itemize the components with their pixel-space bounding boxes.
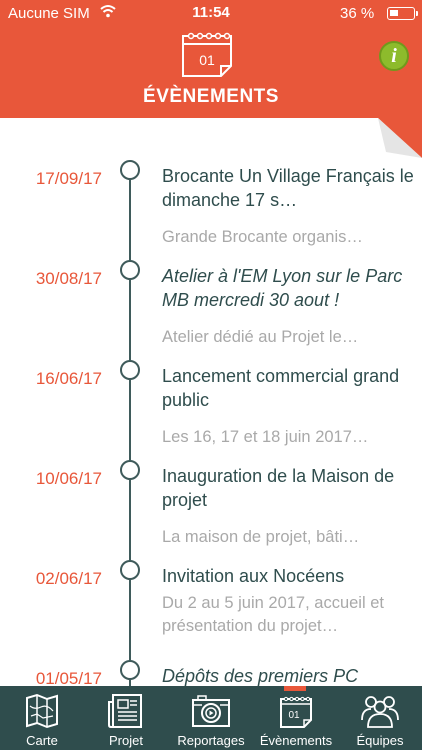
event-title: Invitation aux Nocéens <box>162 566 345 586</box>
people-icon <box>361 696 399 728</box>
camera-icon <box>192 695 230 727</box>
status-bar: Aucune SIM 11:54 36 % <box>0 0 422 26</box>
event-date: 30/08/17 <box>35 269 102 288</box>
timeline-dot <box>120 360 140 380</box>
tab-label: Projet <box>109 733 143 748</box>
event-title: Atelier à l'EM Lyon sur le Parc MB mercr… <box>162 266 403 310</box>
tab-evenements[interactable]: 01 Évènements <box>254 686 338 750</box>
tab-equipes[interactable]: Équipes <box>338 686 422 750</box>
map-icon <box>26 693 58 729</box>
timeline-dot <box>120 660 140 680</box>
event-date: 16/06/17 <box>35 369 102 388</box>
timeline-dot <box>120 460 140 480</box>
battery-fill <box>390 10 398 16</box>
header: Aucune SIM 11:54 36 % 01 ÉVÈNEMENTS i <box>0 0 422 118</box>
tab-carte[interactable]: Carte <box>0 686 84 750</box>
tab-projet[interactable]: Projet <box>84 686 168 750</box>
calendar-icon: 01 <box>280 696 312 728</box>
event-date: 01/05/17 <box>35 669 102 686</box>
event-date: 02/06/17 <box>35 569 102 588</box>
page-curl-icon <box>378 118 422 158</box>
tab-bar: Carte Projet Reportages 01 Évènements Éq… <box>0 686 422 750</box>
event-title: Inauguration de la Maison de projet <box>162 466 395 510</box>
event-description: Les 16, 17 et 18 juin 2017… <box>162 428 369 446</box>
event-description: Grande Brocante organis… <box>162 228 363 246</box>
calendar-day: 01 <box>199 52 215 68</box>
timeline-dot <box>120 160 140 180</box>
tab-label: Équipes <box>356 733 404 748</box>
event-title: Lancement commercial grand public <box>162 366 400 410</box>
event-title: Brocante Un Village Français le dimanche… <box>162 166 414 210</box>
timeline-dot <box>120 260 140 280</box>
tab-reportages[interactable]: Reportages <box>168 686 254 750</box>
events-list[interactable]: 17/09/17 Brocante Un Village Français le… <box>0 118 422 686</box>
newspaper-icon <box>108 694 142 728</box>
event-description: La maison de projet, bâti… <box>162 528 360 546</box>
event-date: 10/06/17 <box>35 469 102 488</box>
timeline-dot <box>120 560 140 580</box>
page-title: ÉVÈNEMENTS <box>143 86 279 107</box>
info-button[interactable]: i <box>379 41 409 71</box>
event-description: Du 2 au 5 juin 2017, accueil et présenta… <box>162 594 384 635</box>
battery-icon <box>387 7 415 20</box>
event-description: Atelier dédié au Projet le… <box>162 328 359 346</box>
battery-tip <box>416 11 418 16</box>
battery-percent: 36 % <box>340 5 375 22</box>
event-title: Dépôts des premiers PC <box>162 666 359 686</box>
tab-label: Reportages <box>177 733 245 748</box>
tab-label: Évènements <box>259 733 333 748</box>
tab-label: Carte <box>26 733 58 748</box>
event-date: 17/09/17 <box>35 169 102 188</box>
tab-calendar-day: 01 <box>288 710 300 721</box>
calendar-icon: 01 <box>181 28 241 80</box>
timeline-line <box>129 170 131 686</box>
